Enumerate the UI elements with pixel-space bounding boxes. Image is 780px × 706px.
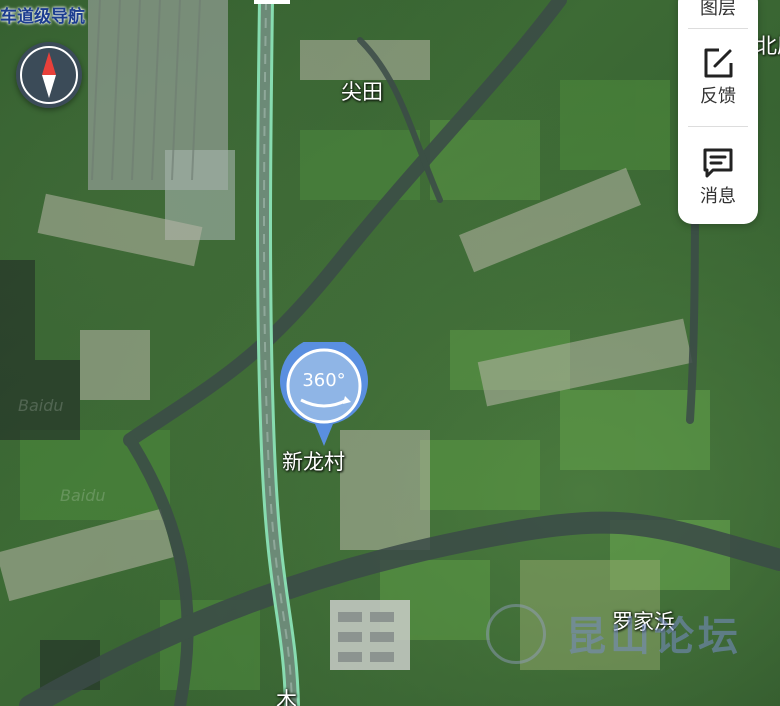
message-icon (703, 148, 733, 178)
panel-divider (688, 126, 748, 127)
lane-navigation-label[interactable]: 车道级导航 (0, 2, 85, 27)
baidu-watermark: Baidu (60, 486, 106, 505)
panorama-360-marker[interactable]: 360° (279, 336, 369, 448)
place-label-jiantian[interactable]: 尖田 (341, 82, 383, 103)
feedback-label: 反馈 (700, 86, 736, 107)
compass-button[interactable] (16, 42, 82, 108)
panorama-360-icon (280, 336, 368, 446)
map-terrain (0, 0, 780, 706)
satellite-map[interactable]: Baidu Baidu 车道级导航 尖田 新龙村 罗家浜 北厍 木 360° 昆… (0, 0, 780, 706)
forum-watermark: 昆山论坛 (566, 614, 742, 660)
message-label: 消息 (700, 186, 736, 207)
place-label-partial-bottom[interactable]: 木 (276, 690, 297, 706)
compass-icon (20, 46, 78, 104)
panorama-360-label: 360° (302, 370, 346, 391)
place-label-partial-top-right[interactable]: 北厍 (756, 36, 780, 57)
layers-button[interactable]: 图层 (678, 0, 758, 18)
map-tools-panel: 图层 反馈 消息 (678, 0, 758, 224)
place-label-xinlongcun[interactable]: 新龙村 (282, 452, 345, 473)
edit-feedback-icon (704, 48, 733, 78)
layers-label: 图层 (700, 0, 736, 19)
message-button[interactable]: 消息 (678, 144, 758, 206)
feedback-button[interactable]: 反馈 (678, 44, 758, 106)
panel-divider (688, 28, 748, 29)
baidu-watermark: Baidu (18, 396, 64, 415)
watermark-logo (486, 604, 546, 664)
